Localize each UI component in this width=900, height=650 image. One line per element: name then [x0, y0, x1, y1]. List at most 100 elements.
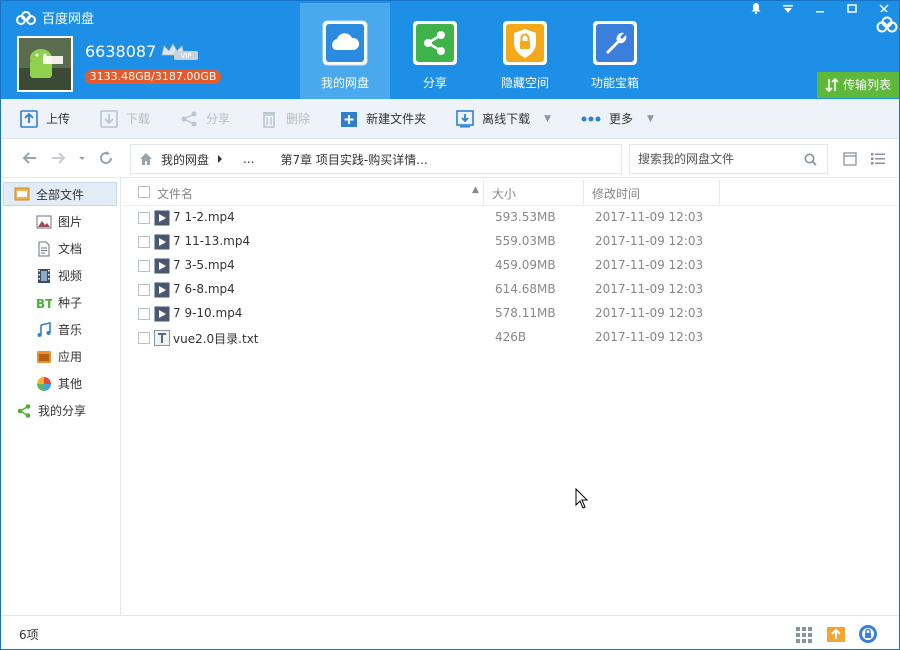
upload-label: 上传 — [46, 112, 71, 126]
sidebar-item-label: 我的分享 — [38, 404, 87, 418]
all-files-icon — [14, 187, 30, 201]
trash-icon — [263, 111, 276, 128]
grid-view-icon[interactable] — [794, 624, 814, 644]
file-name[interactable]: 7 3-5.mp4 — [173, 258, 235, 272]
vip-badge[interactable]: VIP — [160, 43, 200, 61]
chevron-down-icon[interactable] — [78, 150, 86, 166]
select-all-checkbox[interactable] — [138, 186, 150, 198]
sidebar-item-music[interactable]: 音乐 — [0, 316, 120, 343]
video-file-icon — [154, 210, 170, 226]
sidebar-item-videos[interactable]: 视频 — [0, 262, 120, 289]
file-size: 559.03MB — [495, 234, 556, 248]
minimize-icon[interactable] — [804, 0, 836, 22]
maximize-icon[interactable] — [836, 0, 868, 22]
upload-button[interactable]: 上传 — [20, 99, 70, 139]
delete-button[interactable]: 删除 — [260, 99, 310, 139]
nav-toolbox[interactable]: 功能宝箱 — [570, 3, 660, 99]
chevron-right-icon[interactable] — [217, 154, 223, 164]
file-row[interactable]: 7 6-8.mp4 614.68MB 2017-11-09 12:03 — [122, 278, 898, 302]
row-checkbox[interactable] — [138, 212, 150, 224]
column-name[interactable]: 文件名 — [157, 185, 193, 202]
download-label: 下载 — [126, 112, 151, 126]
share-icon — [181, 111, 197, 126]
other-icon — [37, 376, 51, 391]
safe-box-icon[interactable] — [858, 624, 878, 644]
video-file-icon — [154, 258, 170, 274]
float-cloud-icon[interactable] — [874, 12, 900, 38]
sidebar-item-apps[interactable]: 应用 — [0, 343, 120, 370]
search-icon[interactable] — [804, 153, 817, 166]
column-divider[interactable] — [719, 180, 720, 204]
sort-asc-icon[interactable]: ▲ — [472, 185, 479, 195]
sidebar-item-images[interactable]: 图片 — [0, 208, 120, 235]
android-avatar-icon — [19, 38, 71, 90]
file-name[interactable]: 7 9-10.mp4 — [173, 306, 242, 320]
file-row[interactable]: 7 9-10.mp4 578.11MB 2017-11-09 12:03 — [122, 302, 898, 326]
sidebar-item-all-files[interactable]: 全部文件 — [3, 182, 117, 206]
list-view-icon[interactable] — [871, 152, 885, 166]
offline-download-button[interactable]: 离线下载 ▼ — [456, 99, 551, 139]
share-button[interactable]: 分享 — [180, 99, 230, 139]
breadcrumb-ellipsis[interactable]: ... — [243, 152, 254, 166]
share-icon — [413, 21, 457, 65]
mouse-cursor-icon — [575, 488, 589, 509]
sidebar-item-label: 文档 — [58, 242, 83, 256]
nav-my-disk[interactable]: 我的网盘 — [300, 3, 390, 99]
breadcrumb-current[interactable]: 第7章 项目实践-购买详情... — [280, 151, 427, 168]
file-name[interactable]: vue2.0目录.txt — [173, 330, 259, 347]
file-name[interactable]: 7 6-8.mp4 — [173, 282, 235, 296]
file-row[interactable]: vue2.0目录.txt 426B 2017-11-09 12:03 — [122, 326, 898, 350]
more-button[interactable]: 更多 ▼ — [581, 99, 654, 139]
nav-hidden-space[interactable]: 隐藏空间 — [480, 3, 570, 99]
column-size[interactable]: 大小 — [492, 185, 516, 202]
home-icon[interactable] — [139, 152, 153, 166]
sidebar-item-torrents[interactable]: BT 种子 — [0, 289, 120, 316]
row-checkbox[interactable] — [138, 308, 150, 320]
row-checkbox[interactable] — [138, 332, 150, 344]
video-file-icon — [154, 234, 170, 250]
row-checkbox[interactable] — [138, 260, 150, 272]
file-name[interactable]: 7 1-2.mp4 — [173, 210, 235, 224]
username[interactable]: 6638087 — [85, 42, 156, 61]
breadcrumb-root[interactable]: 我的网盘 — [161, 151, 209, 168]
new-folder-label: 新建文件夹 — [366, 112, 427, 126]
file-name[interactable]: 7 11-13.mp4 — [173, 234, 250, 248]
back-arrow-icon[interactable] — [22, 150, 38, 166]
sidebar-item-label: 音乐 — [58, 323, 83, 337]
sidebar-item-my-share[interactable]: 我的分享 — [0, 397, 120, 424]
sidebar-item-documents[interactable]: 文档 — [0, 235, 120, 262]
detail-view-icon[interactable] — [843, 152, 857, 166]
chevron-down-icon[interactable]: ▼ — [544, 114, 551, 124]
column-modified[interactable]: 修改时间 — [592, 185, 640, 202]
column-divider[interactable] — [583, 180, 584, 204]
download-button[interactable]: 下载 — [100, 99, 150, 139]
row-checkbox[interactable] — [138, 284, 150, 296]
sidebar-item-label: 全部文件 — [36, 187, 85, 202]
avatar[interactable] — [17, 36, 73, 92]
sidebar: 全部文件 图片 文档 视频 BT 种子 音乐 应用 其他 我的分享 — [0, 178, 121, 615]
row-checkbox[interactable] — [138, 236, 150, 248]
search-input[interactable]: 搜索我的网盘文件 — [629, 144, 828, 174]
sidebar-item-other[interactable]: 其他 — [0, 370, 120, 397]
upload-folder-icon[interactable] — [826, 624, 846, 644]
breadcrumb: 我的网盘 ... 第7章 项目实践-购买详情... — [130, 144, 622, 174]
svg-text:BT: BT — [36, 297, 52, 311]
nav-share[interactable]: 分享 — [390, 3, 480, 99]
transfer-list-button[interactable]: 传输列表 — [817, 72, 899, 98]
forward-arrow-icon[interactable] — [50, 150, 66, 166]
nav-label: 隐藏空间 — [500, 76, 549, 90]
refresh-icon[interactable] — [98, 150, 114, 166]
more-dots-icon — [581, 116, 601, 121]
download-icon — [100, 109, 118, 128]
document-icon — [38, 241, 50, 256]
offline-download-icon — [456, 109, 474, 127]
menu-icon[interactable] — [772, 0, 804, 22]
new-folder-button[interactable]: 新建文件夹 — [340, 99, 426, 139]
column-divider[interactable] — [483, 180, 484, 204]
chevron-down-icon[interactable]: ▼ — [647, 114, 654, 124]
transfer-icon — [825, 78, 839, 92]
file-row[interactable]: 7 3-5.mp4 459.09MB 2017-11-09 12:03 — [122, 254, 898, 278]
notification-icon[interactable] — [740, 0, 772, 22]
file-row[interactable]: 7 11-13.mp4 559.03MB 2017-11-09 12:03 — [122, 230, 898, 254]
file-row[interactable]: 7 1-2.mp4 593.53MB 2017-11-09 12:03 — [122, 206, 898, 230]
